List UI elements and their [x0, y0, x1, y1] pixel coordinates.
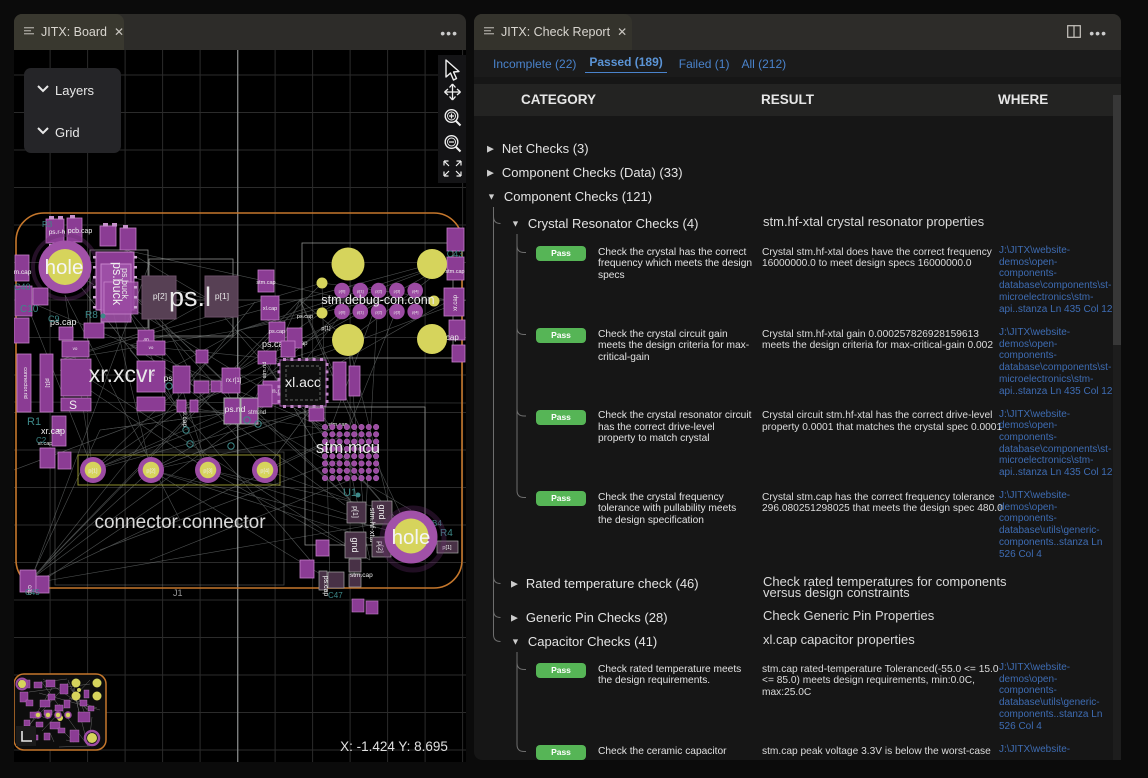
- svg-text:hole: hole: [45, 256, 84, 279]
- svg-text:p[4]: p[4]: [412, 310, 419, 315]
- svg-text:stm.cap: stm.cap: [445, 269, 464, 275]
- svg-text:p[1]: p[1]: [88, 469, 98, 475]
- svg-text:C47: C47: [328, 591, 343, 600]
- svg-text:Grid: Grid: [55, 125, 80, 140]
- svg-text:Layers: Layers: [55, 83, 95, 98]
- svg-text:rx.r[1]: rx.r[1]: [226, 378, 242, 384]
- svg-text:p[3]: p[3]: [394, 310, 401, 315]
- svg-text:p[1]: p[1]: [351, 506, 358, 518]
- svg-text:C10: C10: [20, 304, 39, 315]
- svg-text:C45: C45: [25, 588, 40, 597]
- svg-text:stm.rid: stm.rid: [262, 362, 268, 379]
- svg-text:vo: vo: [73, 346, 78, 351]
- svg-text:p[1]: p[1]: [357, 310, 364, 315]
- svg-text:stm.cap: stm.cap: [350, 572, 373, 579]
- svg-text:p[2]: p[2]: [375, 310, 382, 315]
- svg-text:C43: C43: [447, 249, 464, 259]
- svg-text:xr.xcvr: xr.xcvr: [89, 361, 156, 387]
- svg-text:S: S: [69, 398, 77, 412]
- svg-text:stm.cap: stm.cap: [256, 280, 275, 286]
- svg-text:xl.cap: xl.cap: [263, 306, 277, 312]
- svg-text:hole: hole: [392, 526, 431, 549]
- svg-text:ps.cap: ps.cap: [297, 314, 313, 320]
- svg-text:C2: C2: [36, 436, 47, 445]
- svg-text:stm.cap: stm.cap: [14, 269, 32, 276]
- svg-text:p[2]: p[2]: [153, 291, 167, 301]
- svg-text:ps.l: ps.l: [169, 282, 211, 312]
- svg-text:connector.rid: connector.rid: [22, 367, 28, 399]
- svg-text:R1: R1: [27, 416, 41, 428]
- svg-text:X: -1.424 Y: 8.695: X: -1.424 Y: 8.695: [340, 739, 448, 754]
- svg-text:xr.cap: xr.cap: [41, 426, 65, 436]
- svg-text:ps.buck: ps.buck: [120, 268, 130, 300]
- svg-text:J1: J1: [173, 588, 183, 598]
- svg-text:gnd: gnd: [350, 537, 360, 552]
- svg-text:ps.cap: ps.cap: [269, 329, 285, 335]
- svg-text:xr.cap: xr.cap: [453, 294, 459, 311]
- svg-text:p[4]: p[4]: [260, 469, 270, 475]
- svg-text:xl.cap: xl.cap: [181, 410, 188, 427]
- svg-text:vo: vo: [149, 345, 154, 350]
- svg-text:p[2]: p[2]: [146, 469, 156, 475]
- svg-text:stm.mcu: stm.mcu: [316, 438, 380, 457]
- svg-text:p[3]: p[3]: [203, 469, 213, 475]
- svg-text:gnd: gnd: [377, 504, 387, 519]
- svg-text:p[0]: p[0]: [339, 310, 346, 315]
- svg-text:C9: C9: [48, 314, 60, 324]
- svg-text:U1: U1: [343, 487, 357, 499]
- svg-text:xl.acc: xl.acc: [285, 374, 321, 390]
- svg-text:stm.debug-con.conn: stm.debug-con.conn: [321, 293, 434, 307]
- svg-text:p[1]: p[1]: [44, 378, 50, 388]
- svg-text:ps.nd: ps.nd: [225, 404, 246, 414]
- svg-text:stm.nd: stm.nd: [248, 410, 266, 416]
- svg-text:R3: R3: [42, 220, 53, 229]
- svg-text:connector.connector: connector.connector: [94, 512, 266, 533]
- svg-text:R8: R8: [85, 310, 98, 321]
- svg-text:p[1]: p[1]: [321, 326, 331, 332]
- svg-text:C40: C40: [14, 282, 31, 292]
- svg-text:p[1]: p[1]: [215, 291, 229, 301]
